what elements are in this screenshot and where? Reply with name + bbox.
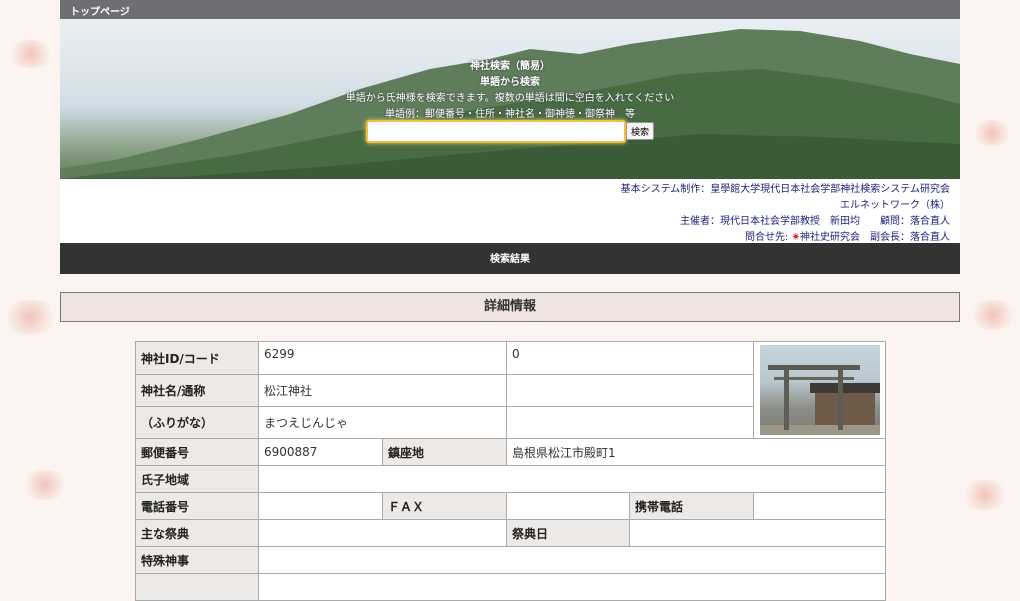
label-ujiko: 氏子地域: [135, 465, 259, 493]
value-location: 島根県松江市殿町1: [506, 438, 887, 466]
value-next: [257, 573, 887, 601]
top-page-link[interactable]: トップページ: [70, 3, 130, 18]
value-festival: [257, 519, 508, 547]
hero-subtitle: 単語から検索: [480, 77, 540, 88]
value-code: 0: [506, 340, 755, 376]
search-button[interactable]: 検索: [626, 122, 654, 140]
label-postal: 郵便番号: [135, 438, 259, 466]
top-nav-bar: トップページ: [60, 0, 960, 19]
photo-cell: [753, 341, 887, 439]
table-row: 郵便番号 6900887 鎮座地 島根県松江市殿町1: [135, 438, 887, 466]
hero-example: 単語例：郵便番号・住所・神社名・御神徳・御祭神 等: [385, 109, 635, 120]
value-postal: 6900887: [258, 438, 383, 466]
table-row: 主な祭典 祭典日: [135, 519, 887, 547]
label-location: 鎮座地: [381, 438, 508, 466]
search-input[interactable]: [366, 120, 626, 143]
value-ujiko: [257, 465, 887, 493]
label-name: 神社名/通称: [135, 374, 259, 407]
shrine-detail-table: 神社ID/コード 6299 0 神社名/通称 松江神社 （ふりがな） まつえじん…: [135, 340, 887, 601]
value-furigana-alt: [506, 406, 755, 439]
table-row: 氏子地域: [135, 465, 887, 493]
credit-contact: 問合せ先: ✷神社史研究会 副会長：落合直人: [745, 228, 950, 243]
value-id: 6299: [257, 340, 508, 376]
value-furigana: まつえじんじゃ: [257, 406, 508, 439]
table-row: [135, 573, 887, 601]
contact-org-link[interactable]: 神社史研究会: [800, 232, 860, 243]
value-fax: [506, 492, 631, 520]
table-row: 電話番号 ＦＡＸ 携帯電話: [135, 492, 887, 520]
background-cloud-motif: [960, 480, 1010, 510]
label-fax: ＦＡＸ: [381, 492, 508, 520]
search-result-bar: 検索結果: [60, 243, 960, 274]
value-name-alt: [506, 374, 755, 407]
shrine-photo: [759, 345, 880, 435]
label-special: 特殊神事: [135, 546, 259, 574]
value-name: 松江神社: [257, 374, 508, 407]
hero-title: 神社検索（簡易）: [470, 61, 550, 72]
label-next: [135, 573, 259, 601]
label-furigana: （ふりがな）: [135, 406, 259, 439]
background-cloud-motif: [0, 300, 60, 334]
credits-panel: 基本システム制作：皇學館大学現代日本社会学部神社検索システム研究会 エルネットワ…: [60, 179, 960, 243]
label-id-code: 神社ID/コード: [135, 340, 259, 376]
label-festival-day: 祭典日: [506, 519, 631, 547]
star-icon: ✷: [791, 232, 800, 243]
label-festival: 主な祭典: [135, 519, 259, 547]
credit-system-link[interactable]: 基本システム制作：皇學館大学現代日本社会学部神社検索システム研究会: [621, 184, 950, 195]
credit-organizer: 主催者：現代日本社会学部教授 新田均 顧問：落合直人: [680, 216, 950, 227]
value-mobile: [753, 492, 887, 520]
table-row: 神社ID/コード 6299 0: [135, 340, 887, 439]
background-cloud-motif: [968, 300, 1018, 330]
label-mobile: 携帯電話: [629, 492, 755, 520]
background-cloud-motif: [20, 470, 70, 500]
contact-rest: 副会長：落合直人: [860, 232, 950, 243]
credit-company-link[interactable]: エルネットワーク（株）: [840, 200, 950, 211]
contact-label: 問合せ先:: [745, 232, 789, 243]
label-phone: 電話番号: [135, 492, 259, 520]
hero-search-banner: 神社検索（簡易） 単語から検索 単語から氏神様を検索できます。複数の単語は間に空…: [60, 19, 960, 179]
table-row: 特殊神事: [135, 546, 887, 574]
value-festival-day: [629, 519, 887, 547]
value-phone: [258, 492, 383, 520]
value-special: [257, 546, 887, 574]
background-cloud-motif: [6, 40, 56, 68]
background-cloud-motif: [970, 120, 1014, 146]
detail-heading: 詳細情報: [60, 292, 960, 322]
hero-description: 単語から氏神様を検索できます。複数の単語は間に空白を入れてください: [345, 93, 675, 104]
